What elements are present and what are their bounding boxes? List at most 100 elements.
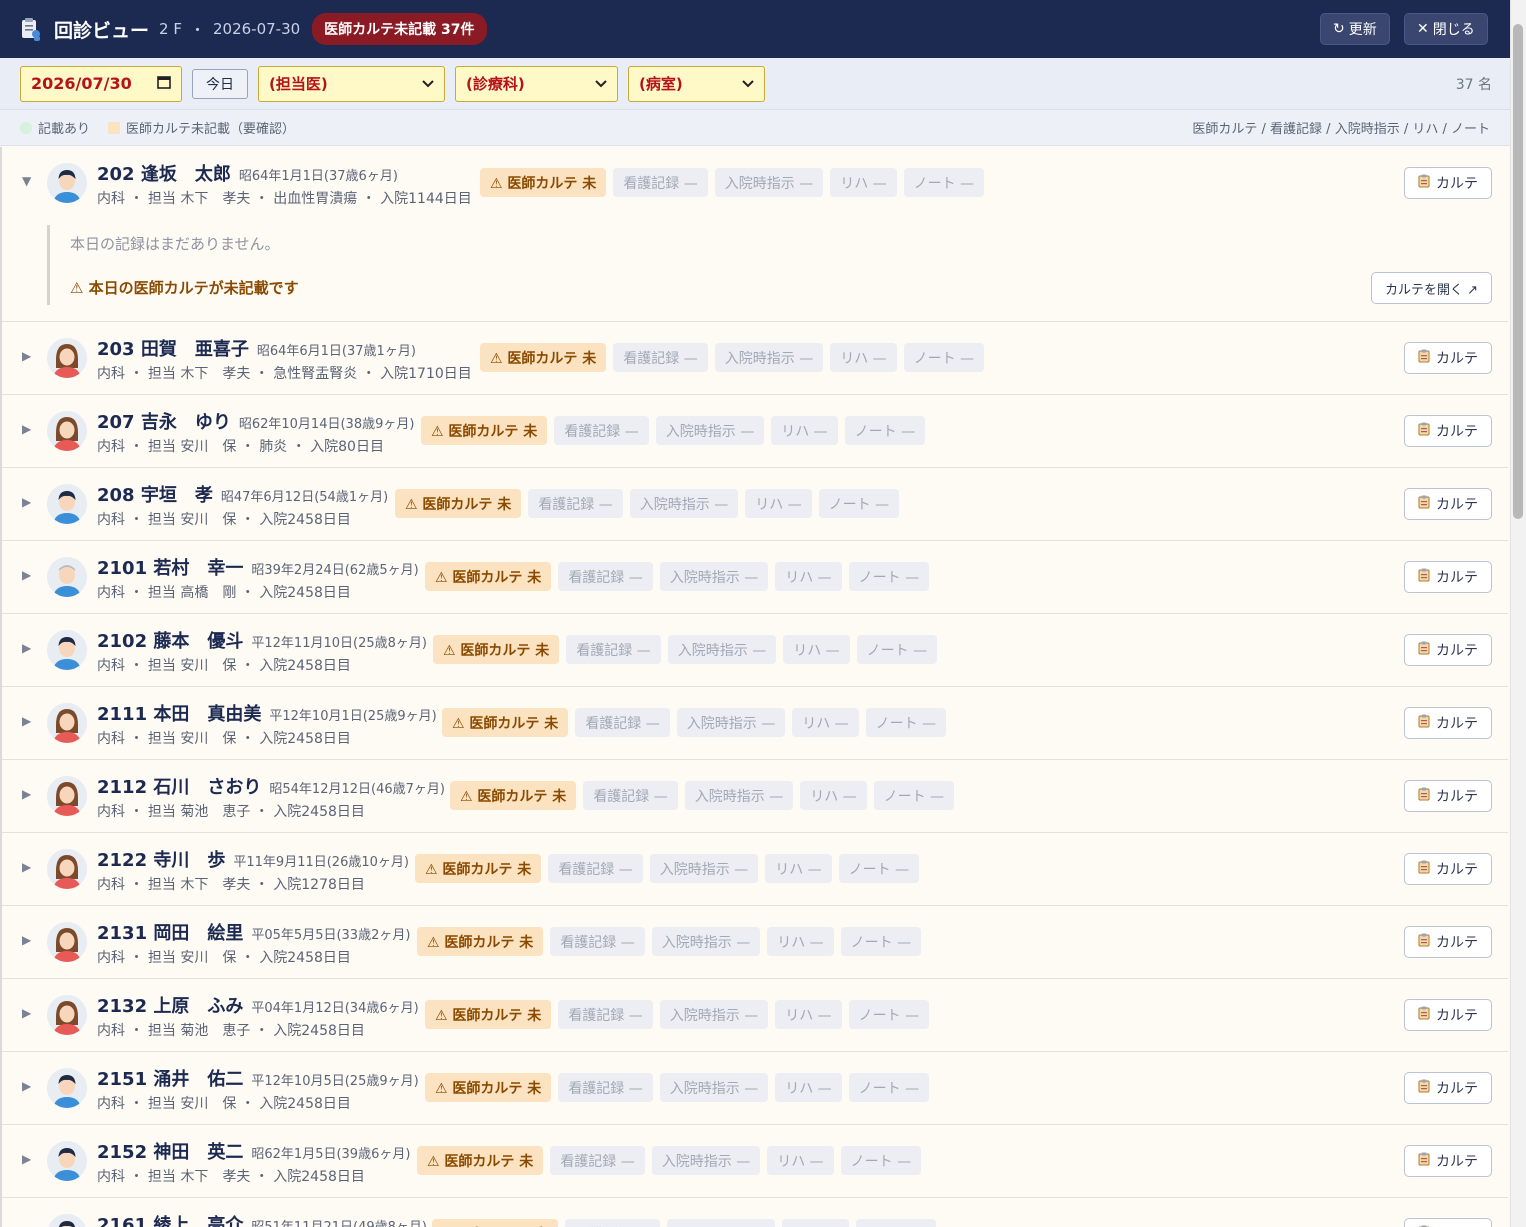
admission-order-chip[interactable]: 入院時指示 —	[666, 1219, 776, 1227]
open-karte-button[interactable]: カルテ	[1404, 707, 1492, 739]
refresh-button[interactable]: ↻ 更新	[1320, 13, 1390, 45]
rehab-chip[interactable]: リハ —	[771, 416, 838, 445]
doctor-karte-status-chip[interactable]: ⚠ 医師カルテ 未	[425, 1000, 552, 1029]
note-chip[interactable]: ノート —	[840, 1146, 922, 1175]
expand-toggle-icon[interactable]: ▶	[22, 495, 31, 509]
admission-order-chip[interactable]: 入院時指示 —	[667, 635, 777, 664]
ward-select[interactable]: (病室)	[628, 65, 765, 102]
patient-row[interactable]: ▶ 2101 若村 幸一 昭39年2月24日(62歳5ヶ月) 内科 ・ 担当 高…	[2, 541, 1508, 614]
doctor-karte-status-chip[interactable]: ⚠ 医師カルテ 未	[417, 927, 544, 956]
open-karte-button[interactable]: カルテ	[1404, 1218, 1492, 1227]
nursing-record-chip[interactable]: 看護記録 —	[550, 1146, 645, 1175]
admission-order-chip[interactable]: 入院時指示 —	[684, 781, 794, 810]
patient-row[interactable]: ▶ 2102 藤本 優斗 平12年11月10日(25歳8ヶ月) 内科 ・ 担当 …	[2, 614, 1508, 687]
doctor-select[interactable]: (担当医)	[258, 65, 445, 102]
open-karte-button[interactable]: カルテ	[1404, 488, 1492, 520]
note-chip[interactable]: ノート —	[848, 1073, 930, 1102]
nursing-record-chip[interactable]: 看護記録 —	[558, 1073, 653, 1102]
note-chip[interactable]: ノート —	[848, 562, 930, 591]
nursing-record-chip[interactable]: 看護記録 —	[558, 562, 653, 591]
patient-row[interactable]: ▶ 2152 神田 英二 昭62年1月5日(39歳6ヶ月) 内科 ・ 担当 木下…	[2, 1125, 1508, 1198]
admission-order-chip[interactable]: 入院時指示 —	[659, 1073, 769, 1102]
doctor-karte-status-chip[interactable]: ⚠ 医師カルテ 未	[433, 635, 560, 664]
patient-row[interactable]: ▶ 2161 綾上 亮介 昭51年11月21日(49歳8ヶ月) ⚠ 医師カルテ …	[2, 1198, 1508, 1227]
doctor-karte-status-chip[interactable]: ⚠ 医師カルテ 未	[417, 1146, 544, 1175]
rehab-chip[interactable]: リハ —	[775, 562, 842, 591]
expand-toggle-icon[interactable]: ▶	[22, 422, 31, 436]
doctor-karte-status-chip[interactable]: ⚠ 医師カルテ 未	[425, 562, 552, 591]
close-button[interactable]: ✕ 閉じる	[1404, 13, 1488, 45]
nursing-record-chip[interactable]: 看護記録 —	[566, 635, 661, 664]
admission-order-chip[interactable]: 入院時指示 —	[651, 1146, 761, 1175]
expand-toggle-icon[interactable]: ▶	[22, 860, 31, 874]
patient-row[interactable]: ▶ 2112 石川 さおり 昭54年12月12日(46歳7ヶ月) 内科 ・ 担当…	[2, 760, 1508, 833]
patient-row[interactable]: ▶ 2132 上原 ふみ 平04年1月12日(34歳6ヶ月) 内科 ・ 担当 菊…	[2, 979, 1508, 1052]
nursing-record-chip[interactable]: 看護記録 —	[550, 927, 645, 956]
open-karte-button[interactable]: カルテ	[1404, 1072, 1492, 1104]
note-chip[interactable]: ノート —	[840, 927, 922, 956]
collapse-toggle-icon[interactable]: ▼	[22, 174, 31, 188]
open-karte-button[interactable]: カルテ	[1404, 561, 1492, 593]
patient-row[interactable]: ▶ 2122 寺川 歩 平11年9月11日(26歳10ヶ月) 内科 ・ 担当 木…	[2, 833, 1508, 906]
scrollbar-thumb[interactable]	[1513, 24, 1523, 519]
open-karte-button[interactable]: カルテ	[1404, 999, 1492, 1031]
expand-toggle-icon[interactable]: ▶	[22, 714, 31, 728]
note-chip[interactable]: ノート —	[856, 635, 938, 664]
note-chip[interactable]: ノート —	[865, 708, 947, 737]
nursing-record-chip[interactable]: 看護記録 —	[554, 416, 649, 445]
nursing-record-chip[interactable]: 看護記録 —	[548, 854, 643, 883]
admission-order-chip[interactable]: 入院時指示 —	[714, 343, 824, 372]
nursing-record-chip[interactable]: 看護記録 —	[613, 168, 708, 197]
open-karte-button[interactable]: カルテ	[1404, 853, 1492, 885]
rehab-chip[interactable]: リハ —	[830, 343, 897, 372]
admission-order-chip[interactable]: 入院時指示 —	[659, 1000, 769, 1029]
scrollbar[interactable]	[1510, 0, 1526, 1227]
doctor-karte-status-chip[interactable]: ⚠ 医師カルテ 未	[415, 854, 542, 883]
department-select[interactable]: (診療科)	[455, 65, 618, 102]
doctor-karte-status-chip[interactable]: ⚠ 医師カルテ 未	[450, 781, 577, 810]
patient-row[interactable]: ▶ 2111 本田 真由美 平12年10月1日(25歳9ヶ月) 内科 ・ 担当 …	[2, 687, 1508, 760]
open-karte-button[interactable]: カルテ	[1404, 926, 1492, 958]
nursing-record-chip[interactable]: 看護記録 —	[575, 708, 670, 737]
admission-order-chip[interactable]: 入院時指示 —	[649, 854, 759, 883]
expand-toggle-icon[interactable]: ▶	[22, 1079, 31, 1093]
note-chip[interactable]: ノート —	[818, 489, 900, 518]
note-chip[interactable]: ノート —	[855, 1219, 937, 1227]
note-chip[interactable]: ノート —	[838, 854, 920, 883]
rehab-chip[interactable]: リハ —	[767, 927, 834, 956]
note-chip[interactable]: ノート —	[903, 343, 985, 372]
admission-order-chip[interactable]: 入院時指示 —	[655, 416, 765, 445]
open-karte-button[interactable]: カルテ	[1404, 634, 1492, 666]
expand-toggle-icon[interactable]: ▶	[22, 787, 31, 801]
doctor-karte-status-chip[interactable]: ⚠ 医師カルテ 未	[421, 416, 548, 445]
nursing-record-chip[interactable]: 看護記録 —	[613, 343, 708, 372]
patient-row[interactable]: ▶ 2151 涌井 佑二 平12年10月5日(25歳9ヶ月) 内科 ・ 担当 安…	[2, 1052, 1508, 1125]
rehab-chip[interactable]: リハ —	[830, 168, 897, 197]
nursing-record-chip[interactable]: 看護記録 —	[558, 1000, 653, 1029]
rehab-chip[interactable]: リハ —	[775, 1000, 842, 1029]
note-chip[interactable]: ノート —	[903, 168, 985, 197]
nursing-record-chip[interactable]: 看護記録 —	[565, 1219, 660, 1227]
patient-row[interactable]: ▶ 2131 岡田 絵里 平05年5月5日(33歳2ヶ月) 内科 ・ 担当 安川…	[2, 906, 1508, 979]
rehab-chip[interactable]: リハ —	[745, 489, 812, 518]
rehab-chip[interactable]: リハ —	[792, 708, 859, 737]
open-karte-button[interactable]: カルテ	[1404, 167, 1492, 199]
admission-order-chip[interactable]: 入院時指示 —	[714, 168, 824, 197]
patient-row-expanded[interactable]: ▼ 202 逢坂 太郎 昭64年1月1日(37歳6ヶ月) 内科 ・ 担当 木下 …	[2, 147, 1508, 322]
doctor-karte-status-chip[interactable]: ⚠ 医師カルテ 未	[480, 343, 607, 372]
patient-row[interactable]: ▶ 207 吉永 ゆり 昭62年10月14日(38歳9ヶ月) 内科 ・ 担当 安…	[2, 395, 1508, 468]
doctor-karte-status-chip[interactable]: ⚠ 医師カルテ 未	[395, 489, 522, 518]
expand-toggle-icon[interactable]: ▶	[22, 933, 31, 947]
patient-row[interactable]: ▶ 203 田賀 亜喜子 昭64年6月1日(37歳1ヶ月) 内科 ・ 担当 木下…	[2, 322, 1508, 395]
open-karte-button[interactable]: カルテ	[1404, 780, 1492, 812]
nursing-record-chip[interactable]: 看護記録 —	[528, 489, 623, 518]
expand-toggle-icon[interactable]: ▶	[22, 1152, 31, 1166]
date-input[interactable]: 2026/07/30	[20, 65, 182, 102]
expand-toggle-icon[interactable]: ▶	[22, 349, 31, 363]
doctor-karte-status-chip[interactable]: ⚠ 医師カルテ 未	[425, 1073, 552, 1102]
doctor-karte-status-chip[interactable]: ⚠ 医師カルテ 未	[480, 168, 607, 197]
admission-order-chip[interactable]: 入院時指示 —	[651, 927, 761, 956]
calendar-icon[interactable]	[157, 74, 171, 93]
rehab-chip[interactable]: リハ —	[782, 1219, 849, 1227]
rehab-chip[interactable]: リハ —	[767, 1146, 834, 1175]
